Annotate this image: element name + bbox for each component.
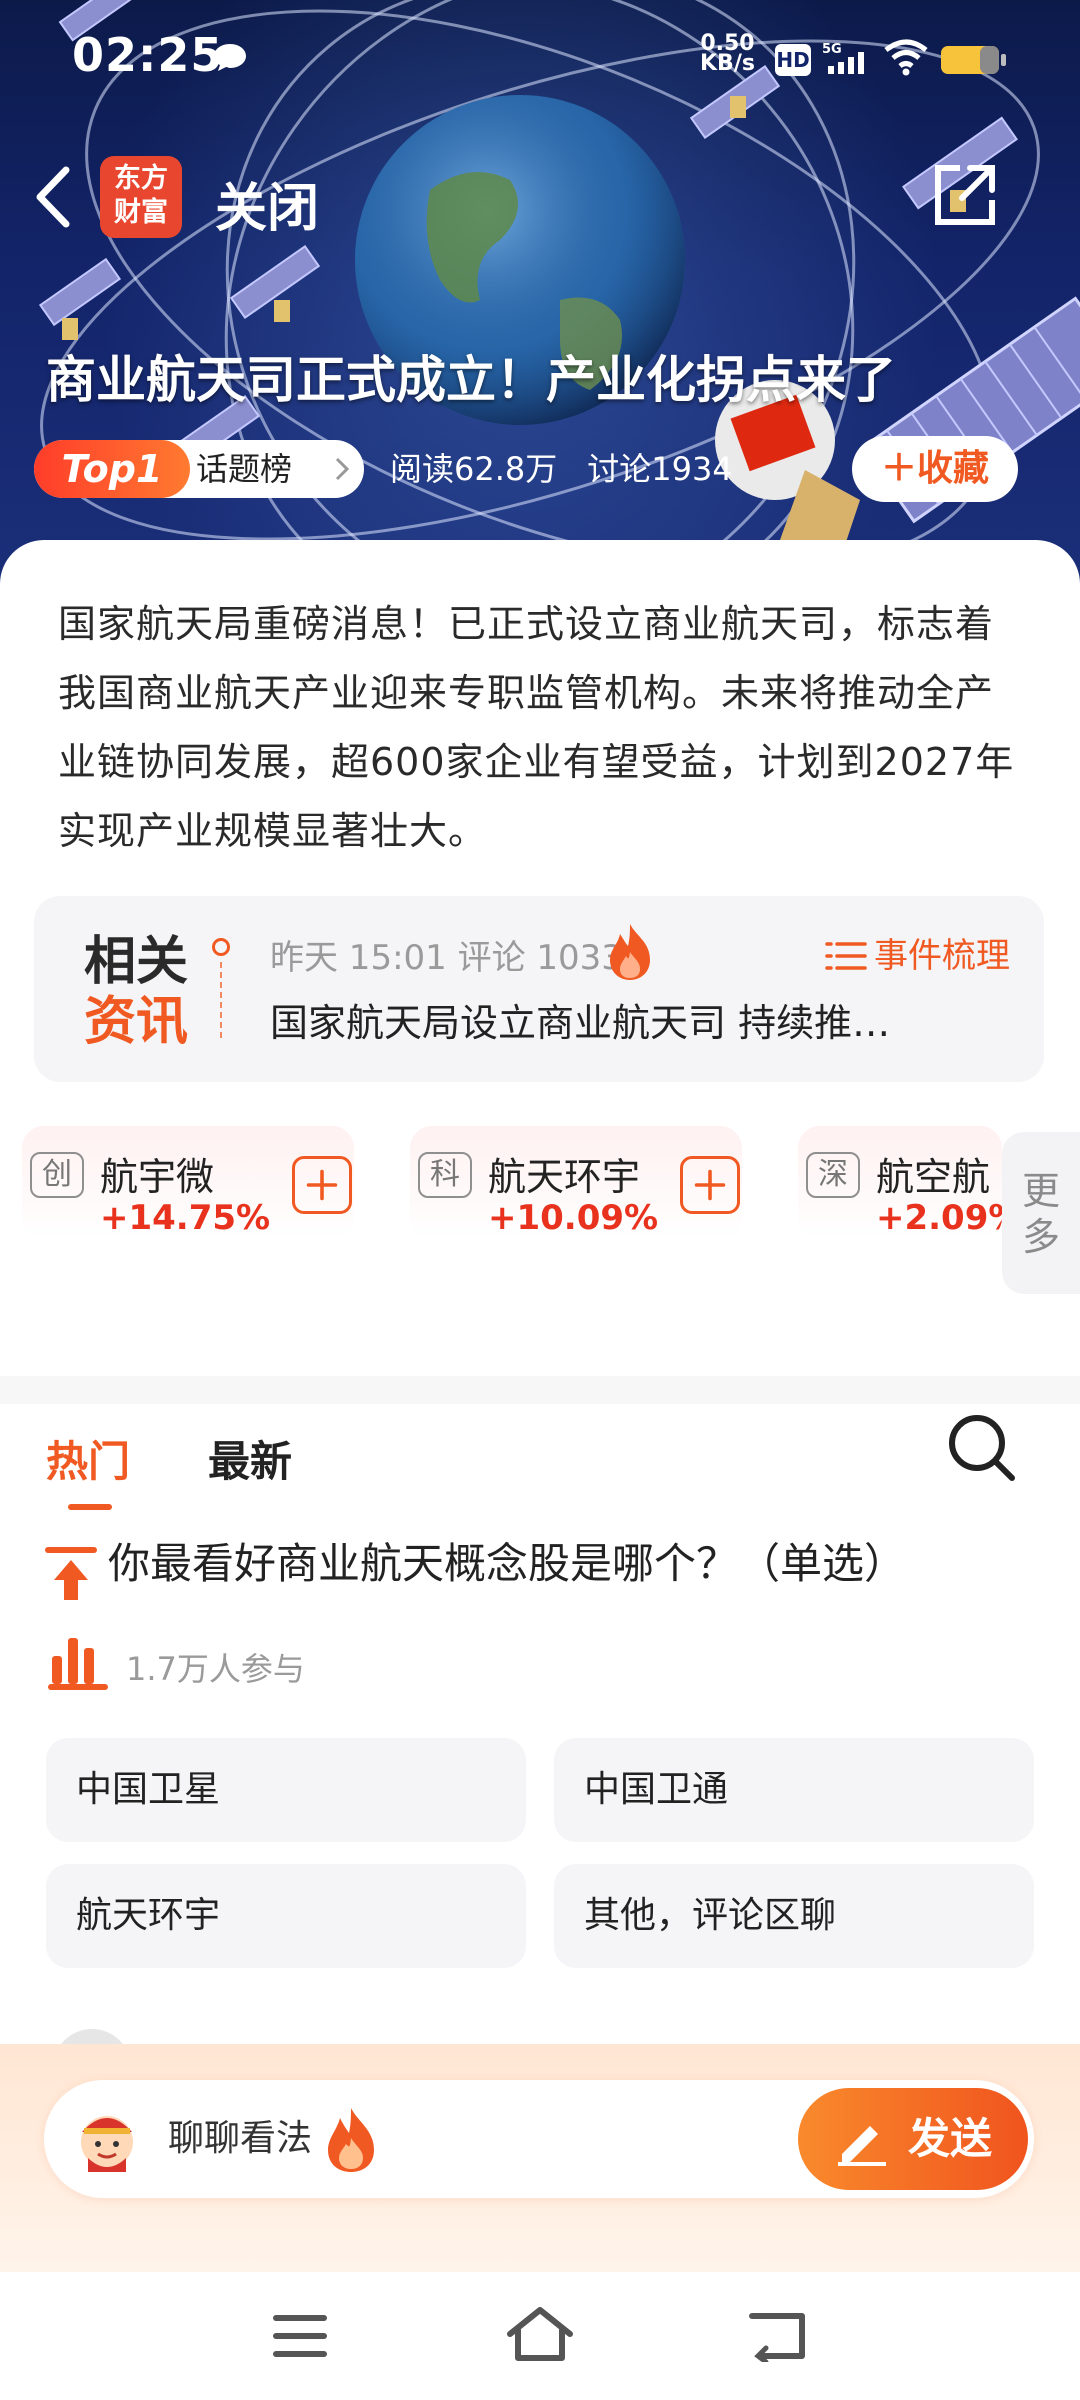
status-time: 02:25 xyxy=(72,28,224,82)
news-headline[interactable]: 国家航天局设立商业航天司 持续推… xyxy=(270,992,970,1047)
poll-option[interactable]: 中国卫通 xyxy=(554,1738,1034,1842)
stock-change: +14.75% xyxy=(100,1198,271,1238)
stock-card[interactable]: 深 航空航 +2.09% xyxy=(798,1126,1002,1240)
stock-market-tag: 科 xyxy=(418,1152,472,1198)
related-news-badge: 相关 资讯 xyxy=(84,932,194,1052)
rank-list-label: 话题榜 xyxy=(196,450,293,488)
poll-participants: 1.7万人参与 xyxy=(126,1650,305,1688)
read-count: 阅读62.8万 xyxy=(390,450,558,488)
stock-card[interactable]: 科 航天环宇 +10.09% xyxy=(410,1126,742,1240)
mascot-icon xyxy=(81,2116,133,2172)
section-divider xyxy=(0,1376,1080,1404)
send-button[interactable]: 发送 xyxy=(798,2088,1028,2190)
tab-hot[interactable]: 热门 xyxy=(46,1428,130,1489)
pencil-icon xyxy=(838,2126,886,2166)
stock-market-tag: 深 xyxy=(806,1152,860,1198)
tab-latest[interactable]: 最新 xyxy=(208,1428,292,1489)
topic-rank-pill[interactable]: Top1 话题榜 xyxy=(34,440,364,498)
news-meta: 昨天 15:01 评论 1033 xyxy=(270,938,623,978)
menu-icon[interactable] xyxy=(272,2312,328,2360)
poll-option[interactable]: 中国卫星 xyxy=(46,1738,526,1842)
hot-fire-icon xyxy=(610,924,650,980)
stock-name: 航空航 xyxy=(876,1155,991,1199)
stock-name: 航宇微 xyxy=(100,1155,215,1199)
wifi-icon xyxy=(884,39,928,76)
timeline-dot xyxy=(212,938,230,956)
poll-question: 你最看好商业航天概念股是哪个？（单选） xyxy=(108,1539,907,1588)
poll-chart-icon xyxy=(48,1638,108,1690)
news-badge-line-1: 相关 xyxy=(84,932,189,992)
send-label: 发送 xyxy=(907,2114,992,2163)
share-icon[interactable] xyxy=(930,160,1000,230)
chevron-right-icon xyxy=(335,457,350,481)
topic-hero-banner: 02:25 0.50 KB/s HD 5G 东方 财富 关闭 商业航天司正式成立… xyxy=(0,0,1080,600)
chat-notification-icon xyxy=(214,44,246,71)
more-stocks-button[interactable]: 更多 xyxy=(1002,1132,1080,1294)
back-icon[interactable] xyxy=(748,2308,808,2362)
pinned-top-icon xyxy=(45,1547,97,1600)
network-speed-unit: KB/s xyxy=(700,51,755,76)
signal-5g-label: 5G xyxy=(822,42,842,57)
hd-voice-icon: HD xyxy=(775,44,811,76)
discussion-count: 讨论1934 xyxy=(587,450,733,488)
comment-placeholder: 聊聊看法 xyxy=(168,2118,313,2159)
top-nav-bar: 东方 财富 关闭 xyxy=(0,140,1080,250)
topic-stats: 阅读62.8万 讨论1934 xyxy=(390,446,763,492)
system-nav-bar xyxy=(0,2272,1080,2400)
topic-description: 国家航天局重磅消息！已正式设立商业航天司，标志着我国商业航天产业迎来专职监管机构… xyxy=(58,602,1015,853)
battery-icon xyxy=(941,46,1006,74)
logo-line-1: 东方 xyxy=(114,163,168,194)
network-speed: 0.50 KB/s xyxy=(700,33,755,76)
poll-option[interactable]: 航天环宇 xyxy=(46,1864,526,1968)
comment-input-bar[interactable]: 聊聊看法 发送 xyxy=(44,2080,1034,2198)
search-icon[interactable] xyxy=(944,1410,1018,1484)
back-arrow-icon[interactable] xyxy=(28,162,78,232)
list-icon xyxy=(825,942,867,970)
app-logo: 东方 财富 xyxy=(100,156,182,238)
stock-name: 航天环宇 xyxy=(488,1155,641,1199)
stock-change: +2.09% xyxy=(876,1198,1002,1238)
collect-button[interactable]: ＋收藏 xyxy=(852,436,1018,502)
event-timeline-label: 事件梳理 xyxy=(874,936,1010,976)
topic-description-card: 国家航天局重磅消息！已正式设立商业航天司，标志着我国商业航天产业迎来专职监管机构… xyxy=(0,540,1080,870)
stock-change: +10.09% xyxy=(488,1198,659,1238)
news-badge-line-2: 资讯 xyxy=(84,992,189,1052)
home-icon[interactable] xyxy=(504,2304,576,2364)
collect-label: 收藏 xyxy=(917,448,990,489)
rank-badge: Top1 xyxy=(34,440,190,498)
related-news-card[interactable]: 相关 资讯 昨天 15:01 评论 1033 事件梳理 国家航天局设立商业航天司… xyxy=(34,896,1044,1082)
add-watchlist-icon[interactable] xyxy=(292,1156,352,1214)
fire-icon xyxy=(328,2108,374,2172)
timeline-line xyxy=(220,962,222,1038)
signal-5g-icon: 5G xyxy=(822,42,864,74)
more-label: 更多 xyxy=(1021,1169,1060,1259)
stock-market-tag: 创 xyxy=(30,1152,84,1198)
close-button[interactable]: 关闭 xyxy=(215,166,319,241)
event-timeline-button[interactable]: 事件梳理 xyxy=(824,928,1010,977)
stock-card[interactable]: 创 航宇微 +14.75% xyxy=(22,1126,354,1240)
add-watchlist-icon[interactable] xyxy=(680,1156,740,1214)
topic-title: 商业航天司正式成立！产业化拐点来了 xyxy=(46,351,896,409)
logo-line-2: 财富 xyxy=(114,197,168,228)
active-tab-indicator xyxy=(68,1504,112,1510)
poll-option[interactable]: 其他，评论区聊 xyxy=(554,1864,1034,1968)
status-bar: 02:25 0.50 KB/s HD 5G xyxy=(0,0,1080,110)
plus-icon: ＋ xyxy=(880,448,917,489)
